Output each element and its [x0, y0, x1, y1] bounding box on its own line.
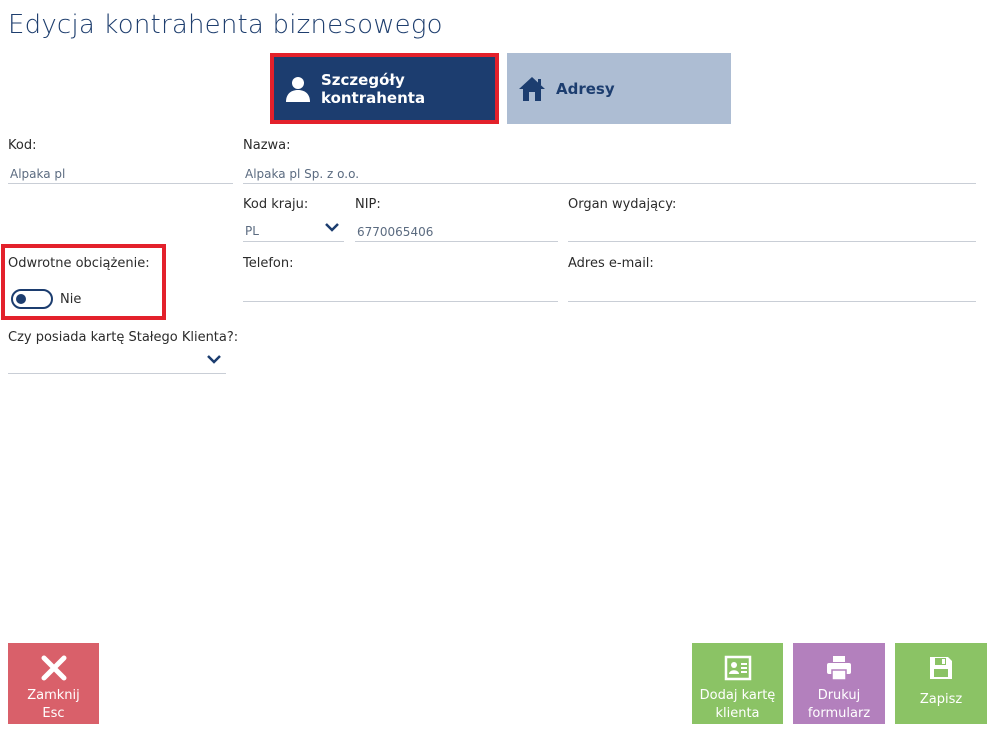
nazwa-label: Nazwa:: [243, 138, 291, 153]
kod-kraju-select[interactable]: PL: [243, 220, 344, 242]
chevron-down-icon: [324, 221, 340, 236]
nazwa-input[interactable]: [243, 162, 976, 184]
add-card-button[interactable]: Dodaj kartę klienta: [692, 643, 783, 724]
kod-kraju-value: PL: [245, 224, 259, 238]
kod-input[interactable]: [8, 162, 233, 184]
email-input[interactable]: [568, 280, 976, 302]
telefon-input[interactable]: [243, 280, 558, 302]
organ-label: Organ wydający:: [568, 197, 677, 212]
organ-input[interactable]: [568, 220, 976, 242]
tab-addresses-label: Adresy: [556, 79, 615, 98]
home-icon: [517, 74, 547, 104]
karta-label: Czy posiada kartę Stałego Klienta?:: [8, 330, 239, 345]
page-title: Edycja kontrahenta biznesowego: [8, 10, 443, 40]
user-icon: [284, 74, 312, 104]
save-icon: [928, 653, 954, 683]
odwrotne-value: Nie: [60, 292, 82, 307]
print-button[interactable]: Drukuj formularz: [793, 643, 885, 724]
toggle-knob: [16, 294, 26, 304]
nip-label: NIP:: [355, 197, 381, 212]
close-icon: [40, 653, 68, 683]
odwrotne-label: Odwrotne obciążenie:: [8, 256, 150, 271]
printer-icon: [825, 653, 853, 683]
karta-select[interactable]: [8, 352, 226, 374]
tab-addresses[interactable]: Adresy: [507, 53, 731, 124]
kod-kraju-label: Kod kraju:: [243, 197, 309, 212]
tab-details-label: Szczegóły kontrahenta: [321, 70, 426, 107]
chevron-down-icon: [206, 353, 222, 368]
close-button[interactable]: Zamknij Esc: [8, 643, 99, 724]
close-button-shortcut: Esc: [42, 706, 65, 721]
kod-label: Kod:: [8, 138, 37, 153]
add-card-label-1: Dodaj kartę: [699, 688, 776, 703]
nip-input[interactable]: [355, 220, 558, 242]
email-label: Adres e-mail:: [568, 256, 654, 271]
card-icon: [724, 653, 752, 683]
print-label-1: Drukuj: [817, 688, 861, 703]
odwrotne-toggle[interactable]: [11, 289, 53, 309]
tab-details[interactable]: Szczegóły kontrahenta: [270, 53, 499, 124]
add-card-label-2: klienta: [715, 706, 760, 721]
print-label-2: formularz: [807, 706, 871, 721]
telefon-label: Telefon:: [243, 256, 294, 271]
close-button-label: Zamknij: [27, 688, 80, 703]
save-label: Zapisz: [919, 692, 963, 707]
save-button[interactable]: Zapisz: [895, 643, 987, 724]
